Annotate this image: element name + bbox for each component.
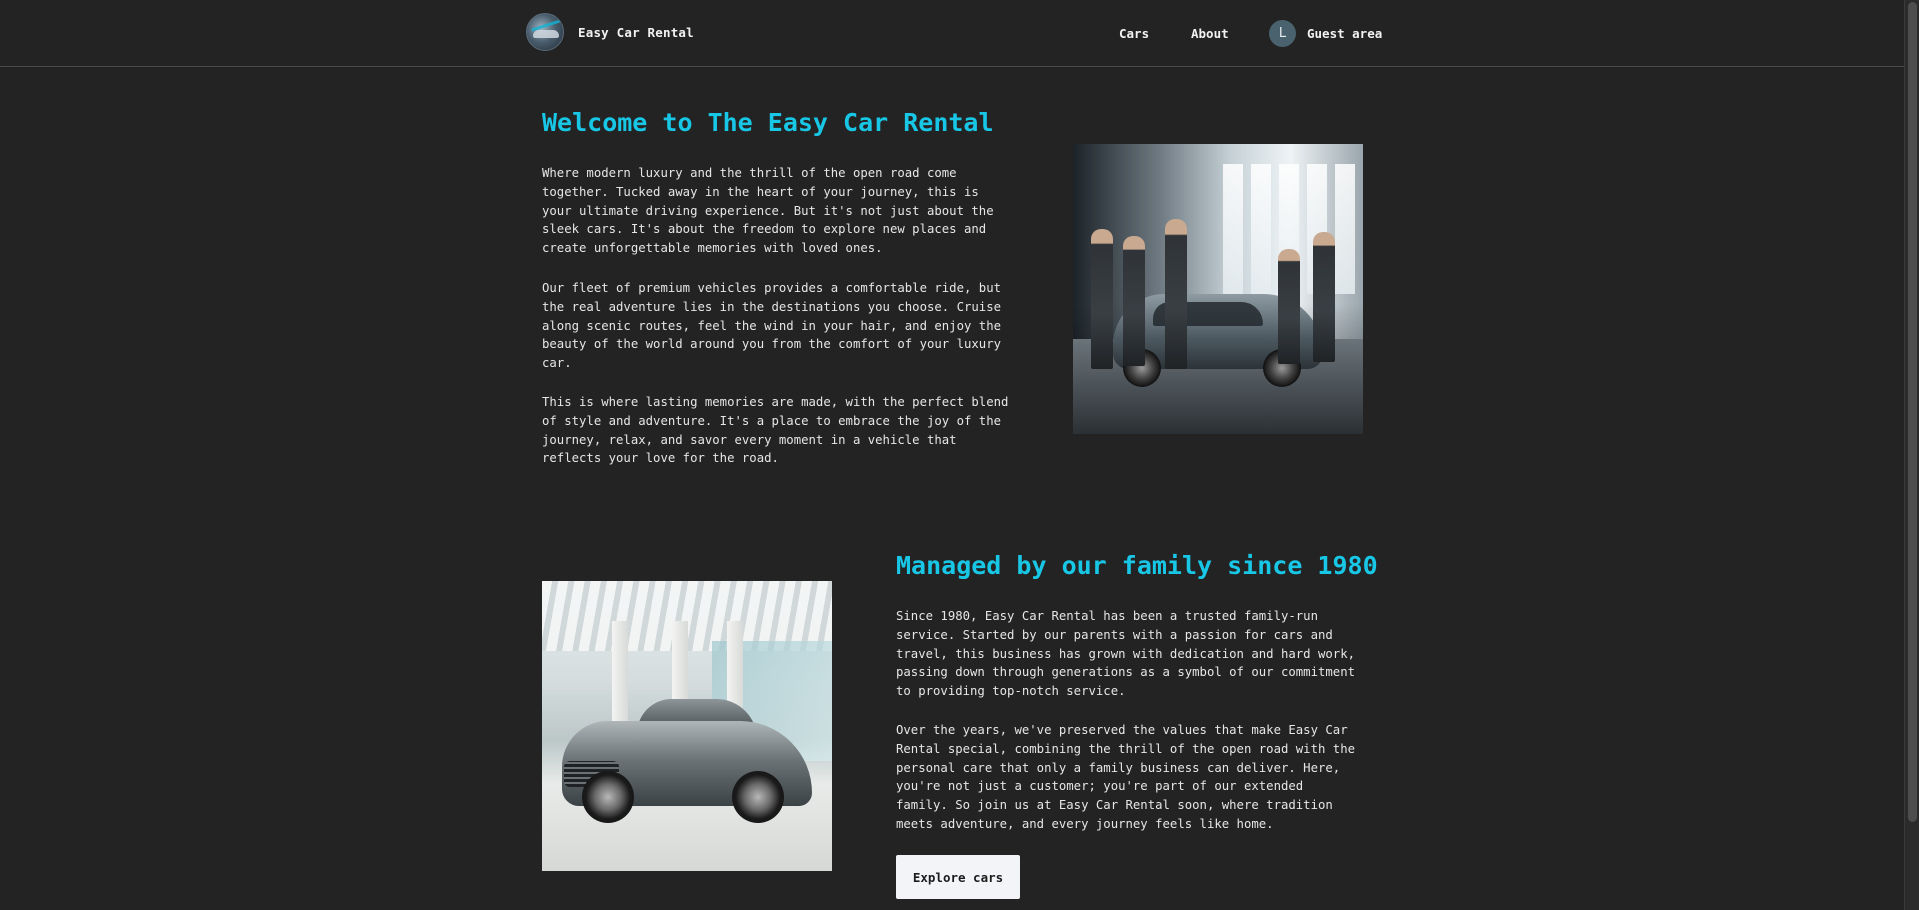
team-with-car-image [1073,144,1363,434]
sedan-showroom-image [542,581,832,871]
page-scrollbar[interactable] [1904,0,1919,910]
guest-area-label: Guest area [1307,26,1383,41]
welcome-title: Welcome to The Easy Car Rental [542,108,994,137]
brand-home-link[interactable]: Easy Car Rental [526,13,694,51]
brand-name: Easy Car Rental [578,24,694,40]
nav-link-cars[interactable]: Cars [1119,26,1149,41]
scrollbar-thumb[interactable] [1908,2,1917,822]
nav-link-about[interactable]: About [1191,26,1229,41]
welcome-paragraph-2: Our fleet of premium vehicles provides a… [542,281,1002,371]
family-title: Managed by our family since 1980 [896,551,1378,580]
user-avatar: L [1269,20,1296,47]
welcome-paragraph-3: This is where lasting memories are made,… [542,395,1009,466]
explore-cars-button[interactable]: Explore cars [896,855,1020,899]
family-paragraph-1: Since 1980, Easy Car Rental has been a t… [896,609,1356,699]
family-paragraph-2: Over the years, we've preserved the valu… [896,723,1356,831]
guest-area-link[interactable]: L Guest area [1269,20,1382,47]
welcome-paragraph-1: Where modern luxury and the thrill of th… [542,166,994,256]
site-header: Easy Car Rental Cars About L Guest area [0,0,1904,67]
brand-logo-icon [526,13,564,51]
